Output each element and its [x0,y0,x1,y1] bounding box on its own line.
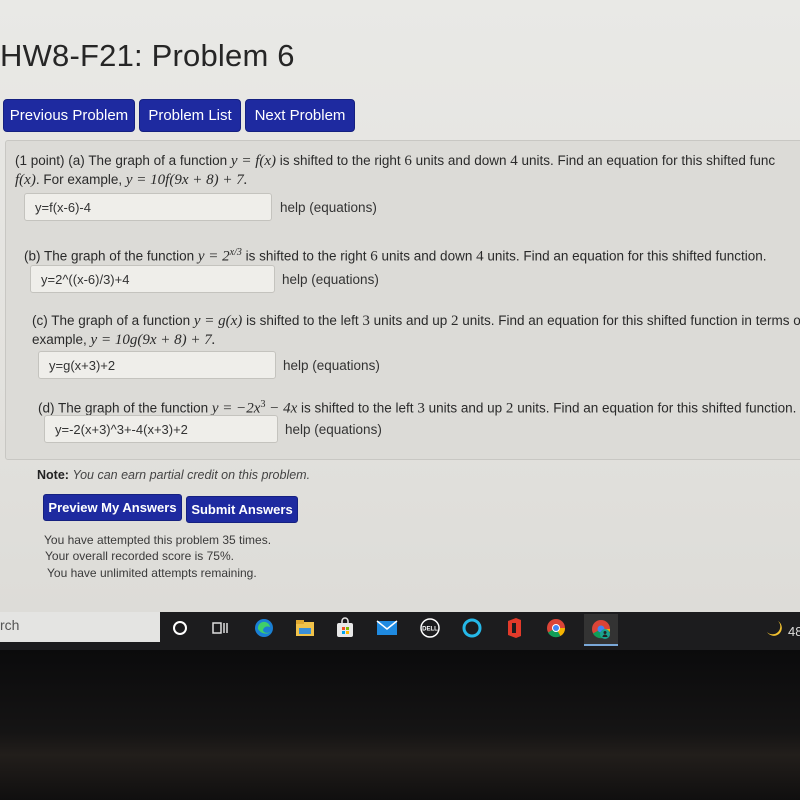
next-problem-button[interactable]: Next Problem [245,99,355,132]
question-text: units and down [415,153,507,168]
part-b-question: (b) The graph of the function y = 2x/3 i… [24,244,767,266]
note-label: Note: [37,468,69,482]
math-function: y = 2 [197,248,230,265]
score-status: Your overall recorded score is 75%. [45,549,234,563]
chrome-icon[interactable] [544,616,568,640]
note-text: You can earn partial credit on this prob… [72,468,311,482]
question-text: is shifted to the right [279,153,401,168]
attempts-status: You have attempted this problem 35 times… [44,533,272,547]
windows-taskbar: rch DELL 48 [0,612,800,650]
edge-icon[interactable] [252,616,276,640]
part-a-question: (1 point) (a) The graph of a function y … [15,152,775,170]
question-text: is shifted to the right [245,248,367,264]
question-text: units. Find an equation for this shifted… [487,248,767,264]
answer-input-d[interactable]: y=-2(x+3)^3+-4(x+3)+2 [44,415,278,443]
alexa-icon[interactable] [460,616,484,640]
svg-text:DELL: DELL [422,627,438,633]
laptop-bezel-background [0,650,800,800]
question-text: The graph of the function [58,400,209,416]
previous-problem-button[interactable]: Previous Problem [3,99,135,132]
shift-vertical: 4 [476,248,484,265]
problem-list-button[interactable]: Problem List [139,99,241,132]
dell-icon[interactable]: DELL [418,616,442,640]
help-equations-link[interactable]: help (equations) [280,200,377,215]
question-text: is shifted to the left [246,313,359,328]
math-function: y = f(x) [230,153,277,169]
browser-page: HW8-F21: Problem 6 Previous Problem Prob… [0,0,800,612]
shift-vertical: 4 [510,153,518,169]
shift-vertical: 2 [505,400,514,417]
help-equations-link[interactable]: help (equations) [282,272,379,287]
question-text: The graph of a function [88,153,228,168]
partial-credit-note: Note: You can earn partial credit on thi… [37,468,310,482]
question-text: units and down [381,248,473,264]
submit-answers-button[interactable]: Submit Answers [186,496,298,523]
help-equations-link[interactable]: help (equations) [283,358,380,373]
part-label: (c) [32,313,48,328]
part-a-example: f(x). For example, y = 10f(9x + 8) + 7. [15,171,247,189]
file-explorer-icon[interactable] [293,616,317,640]
part-label: (b) [24,248,41,264]
question-text: example, [32,332,87,347]
question-text: . For example, [35,172,123,187]
math-function: y = g(x) [193,313,243,329]
question-text: is shifted to the left [301,400,414,416]
math-example: y = 10g(9x + 8) + 7. [90,332,216,348]
shift-horizontal: 6 [370,248,378,265]
math-exponent: x/3 [229,247,242,258]
chrome-profile-icon[interactable] [584,614,618,646]
question-text: units. Find an equation for this shifted… [521,153,776,168]
part-c-question: (c) The graph of a function y = g(x) is … [32,312,800,330]
math-function: f(x) [15,172,36,188]
question-text: units and up [373,313,448,328]
part-label: (a) [68,153,85,168]
question-text: units. Find an equation for this shifted… [517,400,797,416]
question-text: The graph of a function [51,313,191,328]
mail-icon[interactable] [375,616,399,640]
office-icon[interactable] [502,616,526,640]
store-icon[interactable] [333,616,357,640]
preview-answers-button[interactable]: Preview My Answers [43,494,182,521]
shift-horizontal: 3 [362,313,370,329]
shift-horizontal: 6 [404,153,412,169]
cortana-icon[interactable] [168,616,192,640]
answer-input-b[interactable]: y=2^((x-6)/3)+4 [30,265,275,293]
part-c-example: example, y = 10g(9x + 8) + 7. [32,331,215,349]
help-equations-link[interactable]: help (equations) [285,422,382,437]
question-text: The graph of the function [44,248,195,264]
task-view-icon[interactable] [208,616,232,640]
math-example: y = 10f(9x + 8) + 7. [125,172,248,188]
page-title: HW8-F21: Problem 6 [0,38,295,73]
weather-temperature: 48 [788,624,800,639]
weather-moon-icon[interactable] [762,616,786,640]
taskbar-search-box[interactable]: rch [0,612,160,642]
question-text: units. Find an equation for this shifted… [462,313,800,328]
remaining-status: You have unlimited attempts remaining. [47,566,257,580]
answer-input-c[interactable]: y=g(x+3)+2 [38,351,276,379]
question-text: units and up [428,400,503,416]
part-label: (d) [38,400,55,416]
shift-vertical: 2 [451,313,459,329]
points-label: (1 point) [15,153,65,168]
shift-horizontal: 3 [417,400,425,417]
answer-input-a[interactable]: y=f(x-6)-4 [24,193,272,221]
